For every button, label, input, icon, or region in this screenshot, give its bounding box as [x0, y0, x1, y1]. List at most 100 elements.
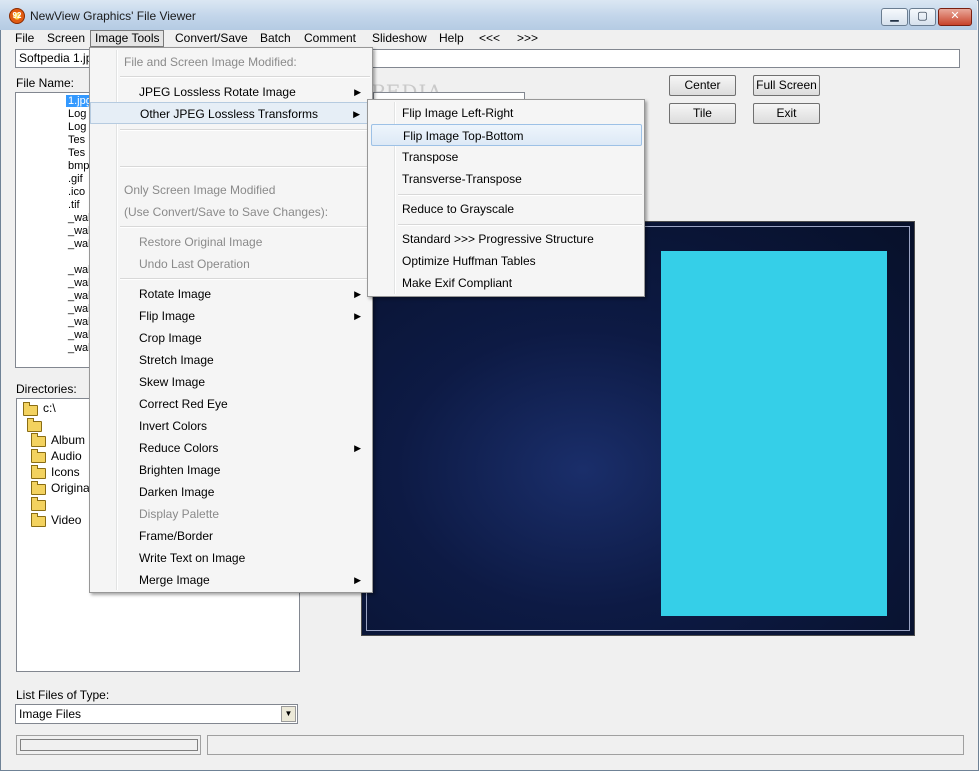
menu-darken-image[interactable]: Darken Image: [90, 481, 372, 503]
menu-separator: [398, 224, 642, 226]
menu-next[interactable]: >>>: [513, 30, 542, 47]
image-tools-menu: File and Screen Image Modified: JPEG Los…: [89, 47, 373, 593]
menu-frame-border[interactable]: Frame/Border: [90, 525, 372, 547]
menu-jpeg-rotate[interactable]: JPEG Lossless Rotate Image ▶: [90, 81, 372, 103]
center-button[interactable]: Center: [669, 75, 736, 96]
preview-cyan-panel: [661, 251, 887, 616]
menu-skew-image[interactable]: Skew Image: [90, 371, 372, 393]
full-screen-button[interactable]: Full Screen: [753, 75, 820, 96]
menu-stretch-image[interactable]: Stretch Image: [90, 349, 372, 371]
menu-item-label: Other JPEG Lossless Transforms: [140, 107, 319, 121]
menu-prev[interactable]: <<<: [475, 30, 504, 47]
folder-icon: [31, 513, 46, 527]
file-type-select[interactable]: Image Files ▼: [15, 704, 298, 724]
menu-display-palette: Display Palette: [139, 507, 220, 521]
menu-invert-colors[interactable]: Invert Colors: [90, 415, 372, 437]
minimize-button[interactable]: ▁: [881, 8, 908, 26]
app-icon: 92: [9, 8, 25, 24]
submenu-arrow-icon: ▶: [354, 289, 361, 299]
menu-rotate-image[interactable]: Rotate Image ▶: [90, 283, 372, 305]
folder-icon: [31, 497, 46, 511]
submenu-arrow-icon: ▶: [354, 311, 361, 321]
list-item[interactable]: .gif: [68, 173, 83, 185]
menu-reduce-colors[interactable]: Reduce Colors ▶: [90, 437, 372, 459]
list-item[interactable]: Log: [68, 121, 86, 133]
menu-separator: [120, 166, 370, 168]
menu-screen[interactable]: Screen: [43, 30, 89, 47]
dir-item[interactable]: Original: [51, 481, 92, 495]
menu-separator: [120, 226, 370, 228]
submenu-exif-compliant[interactable]: Make Exif Compliant: [368, 272, 644, 294]
window-title: NewView Graphics' File Viewer: [30, 9, 196, 23]
menu-separator: [398, 194, 642, 196]
menu-item-label: Rotate Image: [139, 287, 212, 301]
file-list[interactable]: 1.jpg Log Log Tes Tes bmp .gif .ico .tif…: [15, 92, 93, 368]
menu-header: (Use Convert/Save to Save Changes):: [124, 205, 329, 219]
folder-icon: [31, 481, 46, 495]
menu-convert-save[interactable]: Convert/Save: [171, 30, 252, 47]
menu-item-label: JPEG Lossless Rotate Image: [139, 85, 296, 99]
menu-item-label: Reduce Colors: [139, 441, 219, 455]
dir-root[interactable]: c:\: [43, 401, 56, 415]
list-type-label: List Files of Type:: [16, 688, 110, 702]
menu-separator: [120, 76, 370, 78]
folder-icon: [31, 433, 46, 447]
status-panel-right: [207, 735, 964, 755]
menu-header: Only Screen Image Modified: [124, 183, 276, 197]
submenu-flip-top-bottom[interactable]: Flip Image Top-Bottom: [371, 124, 642, 146]
menu-undo: Undo Last Operation: [139, 257, 250, 271]
menu-batch[interactable]: Batch: [256, 30, 295, 47]
dir-item[interactable]: Icons: [51, 465, 80, 479]
menu-crop-image[interactable]: Crop Image: [90, 327, 372, 349]
file-type-value: Image Files: [19, 707, 82, 721]
submenu-transpose[interactable]: Transpose: [368, 146, 644, 168]
submenu-arrow-icon: ▶: [354, 87, 361, 97]
submenu-arrow-icon: ▶: [354, 575, 361, 585]
menu-other-jpeg-transforms[interactable]: Other JPEG Lossless Transforms ▶: [90, 102, 372, 124]
menu-slideshow[interactable]: Slideshow: [368, 30, 431, 47]
menu-flip-image[interactable]: Flip Image ▶: [90, 305, 372, 327]
list-item[interactable]: Tes: [68, 147, 85, 159]
menu-write-text[interactable]: Write Text on Image: [90, 547, 372, 569]
submenu-transverse-transpose[interactable]: Transverse-Transpose: [368, 168, 644, 190]
submenu-arrow-icon: ▶: [354, 443, 361, 453]
exit-button[interactable]: Exit: [753, 103, 820, 124]
folder-icon: [31, 449, 46, 463]
folder-icon: [31, 465, 46, 479]
submenu-arrow-icon: ▶: [353, 109, 360, 119]
dropdown-arrow-icon[interactable]: ▼: [281, 706, 296, 722]
file-name-label: File Name:: [16, 76, 75, 90]
menu-item-label: Merge Image: [139, 573, 210, 587]
list-item[interactable]: bmp: [68, 160, 89, 172]
folder-open-icon: [27, 418, 42, 432]
folder-open-icon: [23, 402, 38, 416]
list-item[interactable]: .ico: [68, 186, 85, 198]
submenu-reduce-grayscale[interactable]: Reduce to Grayscale: [368, 198, 644, 220]
list-item[interactable]: .tif: [68, 199, 80, 211]
menu-restore-original: Restore Original Image: [139, 235, 263, 249]
menu-separator: [120, 129, 370, 131]
close-button[interactable]: ✕: [938, 8, 972, 26]
dir-item[interactable]: Video: [51, 513, 81, 527]
menu-image-tools[interactable]: Image Tools: [90, 30, 165, 47]
menu-file[interactable]: File: [11, 30, 38, 47]
list-item[interactable]: Tes: [68, 134, 85, 146]
maximize-button[interactable]: ▢: [909, 8, 936, 26]
jpeg-transforms-submenu: Flip Image Left-Right Flip Image Top-Bot…: [367, 99, 645, 297]
menu-correct-red-eye[interactable]: Correct Red Eye: [90, 393, 372, 415]
menu-separator: [120, 278, 370, 280]
submenu-flip-left-right[interactable]: Flip Image Left-Right: [368, 102, 644, 124]
dir-item[interactable]: Audio: [51, 449, 82, 463]
menu-brighten-image[interactable]: Brighten Image: [90, 459, 372, 481]
menu-help[interactable]: Help: [435, 30, 468, 47]
menu-item-label: Flip Image: [139, 309, 196, 323]
tile-button[interactable]: Tile: [669, 103, 736, 124]
submenu-optimize-huffman[interactable]: Optimize Huffman Tables: [368, 250, 644, 272]
menu-merge-image[interactable]: Merge Image ▶: [90, 569, 372, 591]
directories-label: Directories:: [16, 382, 77, 396]
dir-item[interactable]: Album: [51, 433, 85, 447]
submenu-progressive-structure[interactable]: Standard >>> Progressive Structure: [368, 228, 644, 250]
menu-header: File and Screen Image Modified:: [124, 55, 297, 69]
menu-comment[interactable]: Comment: [300, 30, 360, 47]
list-item[interactable]: Log: [68, 108, 86, 120]
